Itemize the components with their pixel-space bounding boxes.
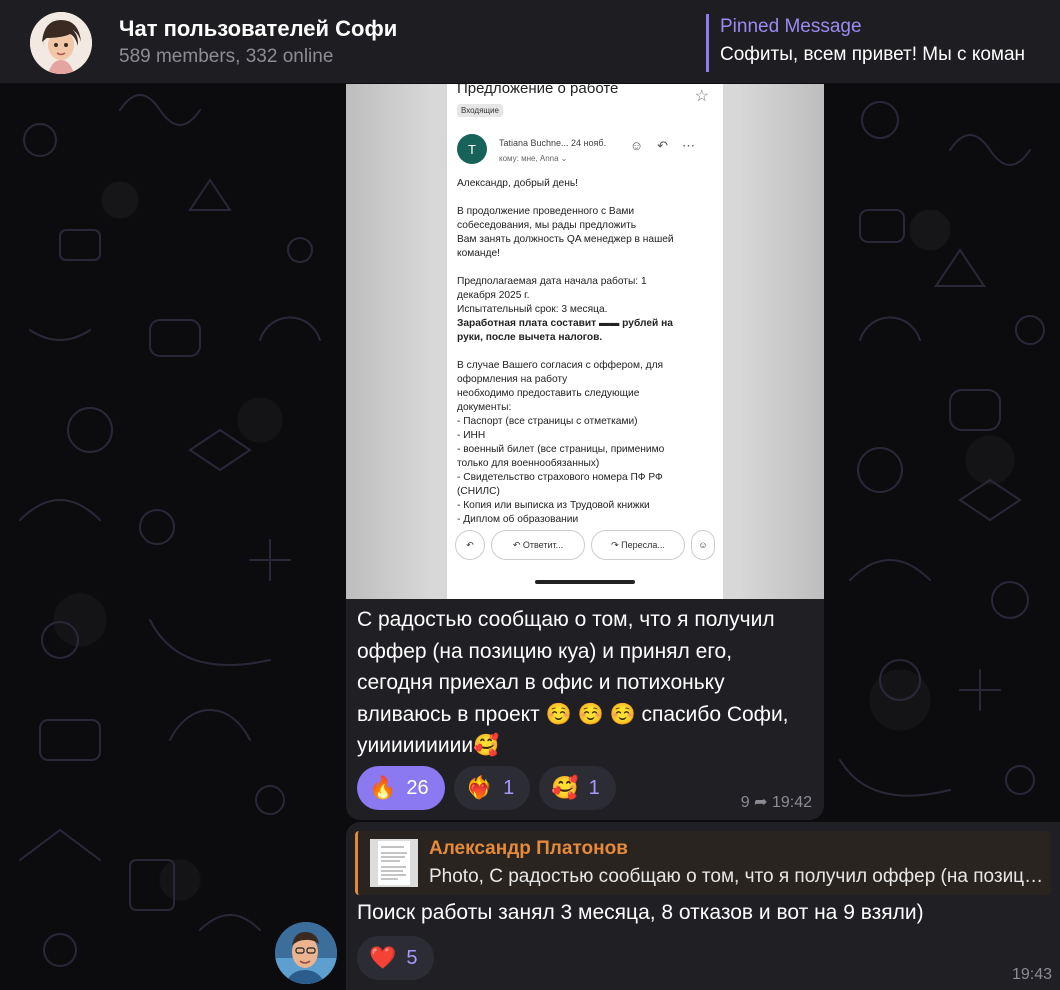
pinned-message-label: Pinned Message bbox=[720, 16, 862, 37]
avatar-illustration-icon bbox=[30, 12, 92, 74]
message-time: 19:43 bbox=[1011, 966, 1052, 983]
home-indicator bbox=[535, 580, 635, 584]
sender-avatar: T bbox=[457, 134, 487, 164]
reply-author: Александр Платонов bbox=[429, 838, 628, 859]
chat-avatar[interactable] bbox=[30, 12, 92, 74]
heart-on-fire-emoji-icon: ❤️‍🔥 bbox=[465, 775, 494, 800]
email-body-line: - Копия или выписка из Трудовой книжки bbox=[457, 500, 650, 511]
forward-email-button: ↷ Пересла... bbox=[591, 530, 685, 560]
message-photo[interactable]: Предложение о работе Входящие ☆ T Tatian… bbox=[346, 84, 824, 599]
reply-arrow-icon: ↶ bbox=[657, 138, 682, 153]
message-text: С радостью сообщаю о том, что я получил … bbox=[357, 608, 789, 757]
email-body-line: необходимо предоставить следующие bbox=[457, 388, 640, 399]
email-body-line: - ИНН bbox=[457, 430, 486, 441]
forward-arrow-icon: ↷ bbox=[611, 539, 622, 550]
email-body-line: Испытательный срок: 3 месяца. bbox=[457, 304, 608, 315]
reaction-fire[interactable]: 🔥 26 bbox=[357, 766, 445, 810]
email-subject: Предложение о работе bbox=[457, 84, 619, 97]
red-heart-emoji-icon: ❤️ bbox=[369, 945, 397, 970]
email-folder-label: Входящие bbox=[457, 104, 503, 117]
emoji-icon: ☺ bbox=[629, 138, 658, 153]
reply-quote[interactable]: Александр Платонов Photo, С радостью соо… bbox=[355, 831, 1051, 895]
email-body-line: документы: bbox=[457, 402, 512, 413]
reply-thumbnail bbox=[370, 839, 418, 887]
reaction-smiling-hearts[interactable]: 🥰 1 bbox=[539, 766, 616, 810]
message-bubble[interactable]: Предложение о работе Входящие ☆ T Tatian… bbox=[346, 84, 824, 820]
email-body-line: - Свидетельство страхового номера ПФ РФ bbox=[457, 472, 663, 483]
chat-title[interactable]: Чат пользователей Софи bbox=[119, 16, 397, 42]
email-sender: Tatiana Buchne... 24 нояб. bbox=[499, 138, 607, 148]
forward-email-label: Пересла... bbox=[621, 540, 665, 550]
reaction-count: 1 bbox=[503, 776, 515, 799]
reaction-count: 26 bbox=[406, 776, 429, 799]
email-action-bar: ↶ ↶ Ответит... ↷ Пересла... ☺ bbox=[455, 528, 717, 562]
email-body-line: команде! bbox=[457, 248, 500, 259]
reaction-heart[interactable]: ❤️ 5 bbox=[357, 936, 434, 980]
pinned-message[interactable]: Pinned Message Софиты, всем привет! Мы с… bbox=[706, 14, 1060, 72]
email-body-line: (СНИЛС) bbox=[457, 486, 500, 497]
reply-email-label: Ответит... bbox=[522, 540, 564, 550]
email-body-line: - военный билет (все страницы, применимо bbox=[457, 444, 665, 455]
reply-email-button: ↶ Ответит... bbox=[491, 530, 585, 560]
email-body-line: Вам занять должность QA менеджер в нашей bbox=[457, 234, 674, 245]
chat-member-count: 589 members, 332 online bbox=[119, 46, 334, 67]
email-body-line: Александр, добрый день! bbox=[457, 178, 578, 189]
more-icon: ⋯ bbox=[682, 138, 709, 153]
chat-header: Чат пользователей Софи 589 members, 332 … bbox=[0, 0, 1060, 84]
email-body-line: Заработная плата составит ▬▬ рублей на bbox=[457, 318, 673, 329]
message-meta: 9 ➦ 19:42 bbox=[741, 792, 812, 812]
email-body-line: декабря 2025 г. bbox=[457, 290, 530, 301]
email-body-line: оформления на работу bbox=[457, 374, 568, 385]
reaction-heart-on-fire[interactable]: ❤️‍🔥 1 bbox=[453, 766, 531, 810]
email-body: Александр, добрый день! В продолжение про… bbox=[457, 177, 715, 527]
email-body-line: В случае Вашего согласия с оффером, для bbox=[457, 360, 664, 371]
reply-arrow-icon: ↶ bbox=[512, 539, 523, 550]
reply-arrow-icon: ➦ bbox=[754, 794, 768, 811]
message-bubble[interactable]: Александр Платонов Photo, С радостью соо… bbox=[346, 822, 1060, 990]
reaction-count: 1 bbox=[588, 776, 600, 799]
reaction-count: 5 bbox=[406, 946, 418, 969]
email-body-line: руки, после вычета налогов. bbox=[457, 332, 603, 343]
email-body-line: Предполагаемая дата начала работы: 1 bbox=[457, 276, 647, 287]
message-text: Поиск работы занял 3 месяца, 8 отказов и… bbox=[357, 901, 924, 924]
email-body-line bbox=[457, 261, 715, 275]
smiling-hearts-emoji-icon: 🥰 bbox=[551, 775, 579, 800]
chat-window: Чат пользователей Софи 589 members, 332 … bbox=[0, 0, 1060, 990]
email-body-line: собеседования, мы рады предложить bbox=[457, 220, 637, 231]
pinned-message-text: Софиты, всем привет! Мы с коман bbox=[720, 44, 1026, 65]
star-icon: ☆ bbox=[694, 88, 709, 105]
emoji-icon: ☺ bbox=[691, 530, 715, 560]
reply-preview: Photo, С радостью сообщаю о том, что я п… bbox=[429, 866, 1044, 887]
email-actions: ☺↶⋯ bbox=[630, 138, 709, 154]
email-body-line: - Диплом об образовании bbox=[457, 514, 579, 525]
email-screenshot: Предложение о работе Входящие ☆ T Tatian… bbox=[447, 84, 723, 599]
reply-all-icon: ↶ bbox=[455, 530, 485, 560]
avatar[interactable] bbox=[275, 922, 337, 984]
email-thumbnail-icon bbox=[370, 839, 418, 887]
replies-count[interactable]: 9 bbox=[741, 794, 750, 811]
fire-emoji-icon: 🔥 bbox=[369, 775, 397, 800]
reactions-row: 🔥 26 ❤️‍🔥 1 🥰 1 bbox=[357, 766, 616, 810]
email-body-line: В продолжение проведенного с Вами bbox=[457, 206, 635, 217]
user-photo-icon bbox=[275, 922, 337, 984]
email-body-line: - Паспорт (все страницы с отметками) bbox=[457, 416, 638, 427]
email-body-line: только для военнообязанных) bbox=[457, 458, 600, 469]
email-body-line bbox=[457, 191, 715, 205]
email-body-line bbox=[457, 345, 715, 359]
message-time: 19:42 bbox=[771, 794, 812, 811]
email-recipients: кому: мне, Anna ⌄ bbox=[499, 154, 568, 163]
